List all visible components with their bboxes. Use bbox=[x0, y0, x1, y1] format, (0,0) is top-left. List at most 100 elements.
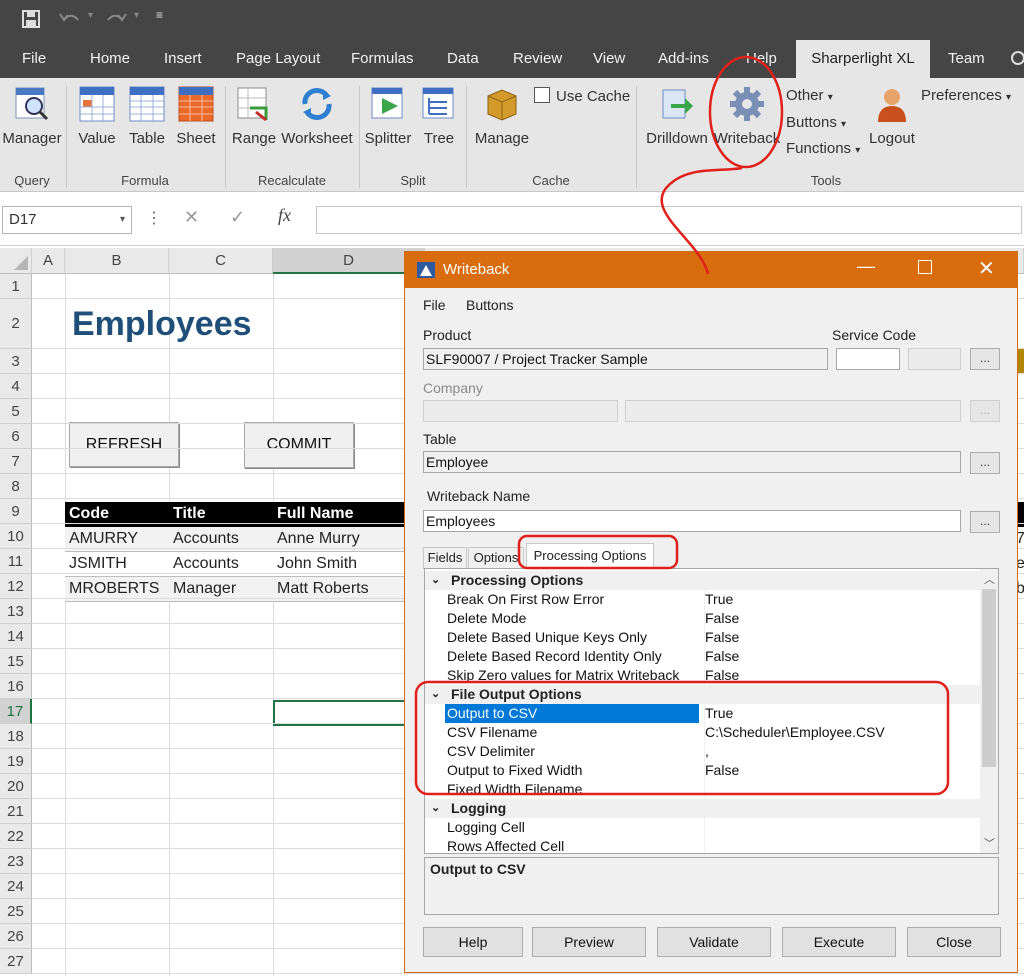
row-header-15[interactable]: 15 bbox=[0, 649, 32, 674]
table-button[interactable]: Table bbox=[124, 86, 170, 147]
row-header-8[interactable]: 8 bbox=[0, 474, 32, 499]
property-value[interactable]: C:\Scheduler\Employee.CSV bbox=[704, 723, 980, 742]
property-row[interactable]: Delete Based Unique Keys Only False bbox=[425, 628, 980, 647]
property-value[interactable] bbox=[704, 780, 980, 799]
row-header-1[interactable]: 1 bbox=[0, 274, 32, 299]
property-value[interactable]: False bbox=[704, 647, 980, 666]
tab-file[interactable]: File bbox=[12, 40, 56, 78]
splitter-button[interactable]: Splitter bbox=[362, 86, 414, 147]
undo-dropdown-icon[interactable]: ▾ bbox=[88, 10, 93, 21]
property-row[interactable]: Fixed Width Filename bbox=[425, 780, 980, 799]
product-field[interactable]: SLF90007 / Project Tracker Sample bbox=[423, 348, 828, 370]
column-header-c[interactable]: C bbox=[169, 248, 273, 274]
row-header-17[interactable]: 17 bbox=[0, 699, 32, 724]
refresh-button[interactable]: REFRESH bbox=[69, 422, 179, 467]
property-value[interactable] bbox=[704, 818, 980, 837]
customize-qat-icon[interactable]: ≡ bbox=[156, 8, 163, 22]
row-header-4[interactable]: 4 bbox=[0, 374, 32, 399]
row-header-11[interactable]: 11 bbox=[0, 549, 32, 574]
use-cache-checkbox[interactable]: Use Cache bbox=[534, 87, 630, 105]
preview-button[interactable]: Preview bbox=[532, 927, 646, 957]
scroll-down-icon[interactable]: ﹀ bbox=[984, 835, 995, 851]
product-browse-button[interactable]: ... bbox=[970, 348, 1000, 370]
collapse-icon[interactable]: ⌄ bbox=[431, 799, 440, 818]
redo-icon[interactable] bbox=[104, 10, 128, 28]
name-box[interactable]: D17 ▾ bbox=[2, 206, 132, 234]
buttons-menu[interactable]: Buttons ▾ bbox=[786, 114, 846, 131]
writeback-name-browse-button[interactable]: ... bbox=[970, 511, 1000, 533]
manage-button[interactable]: Manage bbox=[472, 86, 532, 147]
property-value[interactable] bbox=[704, 837, 980, 853]
minimize-icon[interactable]: — bbox=[857, 256, 875, 277]
value-button[interactable]: Value bbox=[74, 86, 120, 147]
undo-icon[interactable] bbox=[58, 10, 82, 28]
property-row[interactable]: Break On First Row Error True bbox=[425, 590, 980, 609]
tab-page-layout[interactable]: Page Layout bbox=[226, 40, 330, 78]
scrollbar-thumb[interactable] bbox=[982, 589, 996, 767]
row-header-3[interactable]: 3 bbox=[0, 349, 32, 374]
property-value[interactable]: False bbox=[704, 609, 980, 628]
tab-options[interactable]: Options bbox=[468, 547, 524, 569]
property-value[interactable]: , bbox=[704, 742, 980, 761]
row-header-6[interactable]: 6 bbox=[0, 424, 32, 449]
scrollbar[interactable]: ︿ ﹀ bbox=[980, 569, 998, 853]
row-header-23[interactable]: 23 bbox=[0, 849, 32, 874]
property-value[interactable]: True bbox=[704, 704, 980, 723]
tree-button[interactable]: Tree bbox=[420, 86, 458, 147]
column-header-d[interactable]: D bbox=[273, 248, 425, 274]
tab-data[interactable]: Data bbox=[437, 40, 489, 78]
tab-formulas[interactable]: Formulas bbox=[341, 40, 424, 78]
tab-insert[interactable]: Insert bbox=[154, 40, 212, 78]
tab-fields[interactable]: Fields bbox=[423, 547, 467, 569]
category-file-output-options[interactable]: ⌄ File Output Options bbox=[425, 685, 980, 704]
property-row[interactable]: Rows Affected Cell bbox=[425, 837, 980, 853]
functions-menu[interactable]: Functions ▾ bbox=[786, 140, 860, 157]
property-row[interactable]: Skip Zero values for Matrix Writeback Fal… bbox=[425, 666, 980, 685]
commit-button[interactable]: COMMIT bbox=[244, 422, 354, 468]
help-button[interactable]: Help bbox=[423, 927, 523, 957]
other-menu[interactable]: Other ▾ bbox=[786, 87, 833, 104]
property-row[interactable]: Logging Cell bbox=[425, 818, 980, 837]
sheet-button[interactable]: Sheet bbox=[173, 86, 219, 147]
service-code-field[interactable] bbox=[836, 348, 900, 370]
close-icon[interactable]: ✕ bbox=[978, 256, 995, 281]
execute-button[interactable]: Execute bbox=[782, 927, 896, 957]
property-value[interactable]: True bbox=[704, 590, 980, 609]
tab-review[interactable]: Review bbox=[503, 40, 572, 78]
row-header-22[interactable]: 22 bbox=[0, 824, 32, 849]
row-header-25[interactable]: 25 bbox=[0, 899, 32, 924]
validate-button[interactable]: Validate bbox=[657, 927, 771, 957]
property-row[interactable]: Delete Mode False bbox=[425, 609, 980, 628]
category-processing-options[interactable]: ⌄ Processing Options bbox=[425, 571, 980, 590]
insert-function-icon[interactable]: fx bbox=[278, 205, 291, 226]
formula-input[interactable] bbox=[316, 206, 1022, 234]
row-header-20[interactable]: 20 bbox=[0, 774, 32, 799]
row-header-10[interactable]: 10 bbox=[0, 524, 32, 549]
property-value[interactable]: False bbox=[704, 761, 980, 780]
property-grid[interactable]: ⌄ Processing Options Break On First Row E… bbox=[424, 568, 999, 854]
column-header-a[interactable]: A bbox=[32, 248, 65, 274]
collapse-icon[interactable]: ⌄ bbox=[431, 685, 440, 704]
property-value[interactable]: False bbox=[704, 628, 980, 647]
range-button[interactable]: Range bbox=[230, 86, 278, 147]
column-header-b[interactable]: B bbox=[65, 248, 169, 274]
property-row[interactable]: CSV Delimiter, bbox=[425, 742, 980, 761]
property-row[interactable]: Output to CSV True bbox=[425, 704, 980, 723]
writeback-name-field[interactable]: Employees bbox=[423, 510, 961, 532]
manager-button[interactable]: Manager bbox=[2, 86, 62, 147]
property-value[interactable]: False bbox=[704, 666, 980, 685]
maximize-icon[interactable] bbox=[918, 260, 932, 274]
row-header-24[interactable]: 24 bbox=[0, 874, 32, 899]
worksheet-button[interactable]: Worksheet bbox=[280, 86, 354, 147]
property-row[interactable]: CSV Filename C:\Scheduler\Employee.CSV bbox=[425, 723, 980, 742]
property-row[interactable]: Delete Based Record Identity Only False bbox=[425, 647, 980, 666]
row-header-7[interactable]: 7 bbox=[0, 449, 32, 474]
table-field[interactable]: Employee bbox=[423, 451, 961, 473]
row-header-12[interactable]: 12 bbox=[0, 574, 32, 599]
row-header-19[interactable]: 19 bbox=[0, 749, 32, 774]
enter-icon[interactable]: ✓ bbox=[230, 207, 245, 228]
row-header-13[interactable]: 13 bbox=[0, 599, 32, 624]
checkbox-box[interactable] bbox=[534, 87, 550, 103]
close-button[interactable]: Close bbox=[907, 927, 1001, 957]
logout-button[interactable]: Logout bbox=[866, 86, 918, 147]
